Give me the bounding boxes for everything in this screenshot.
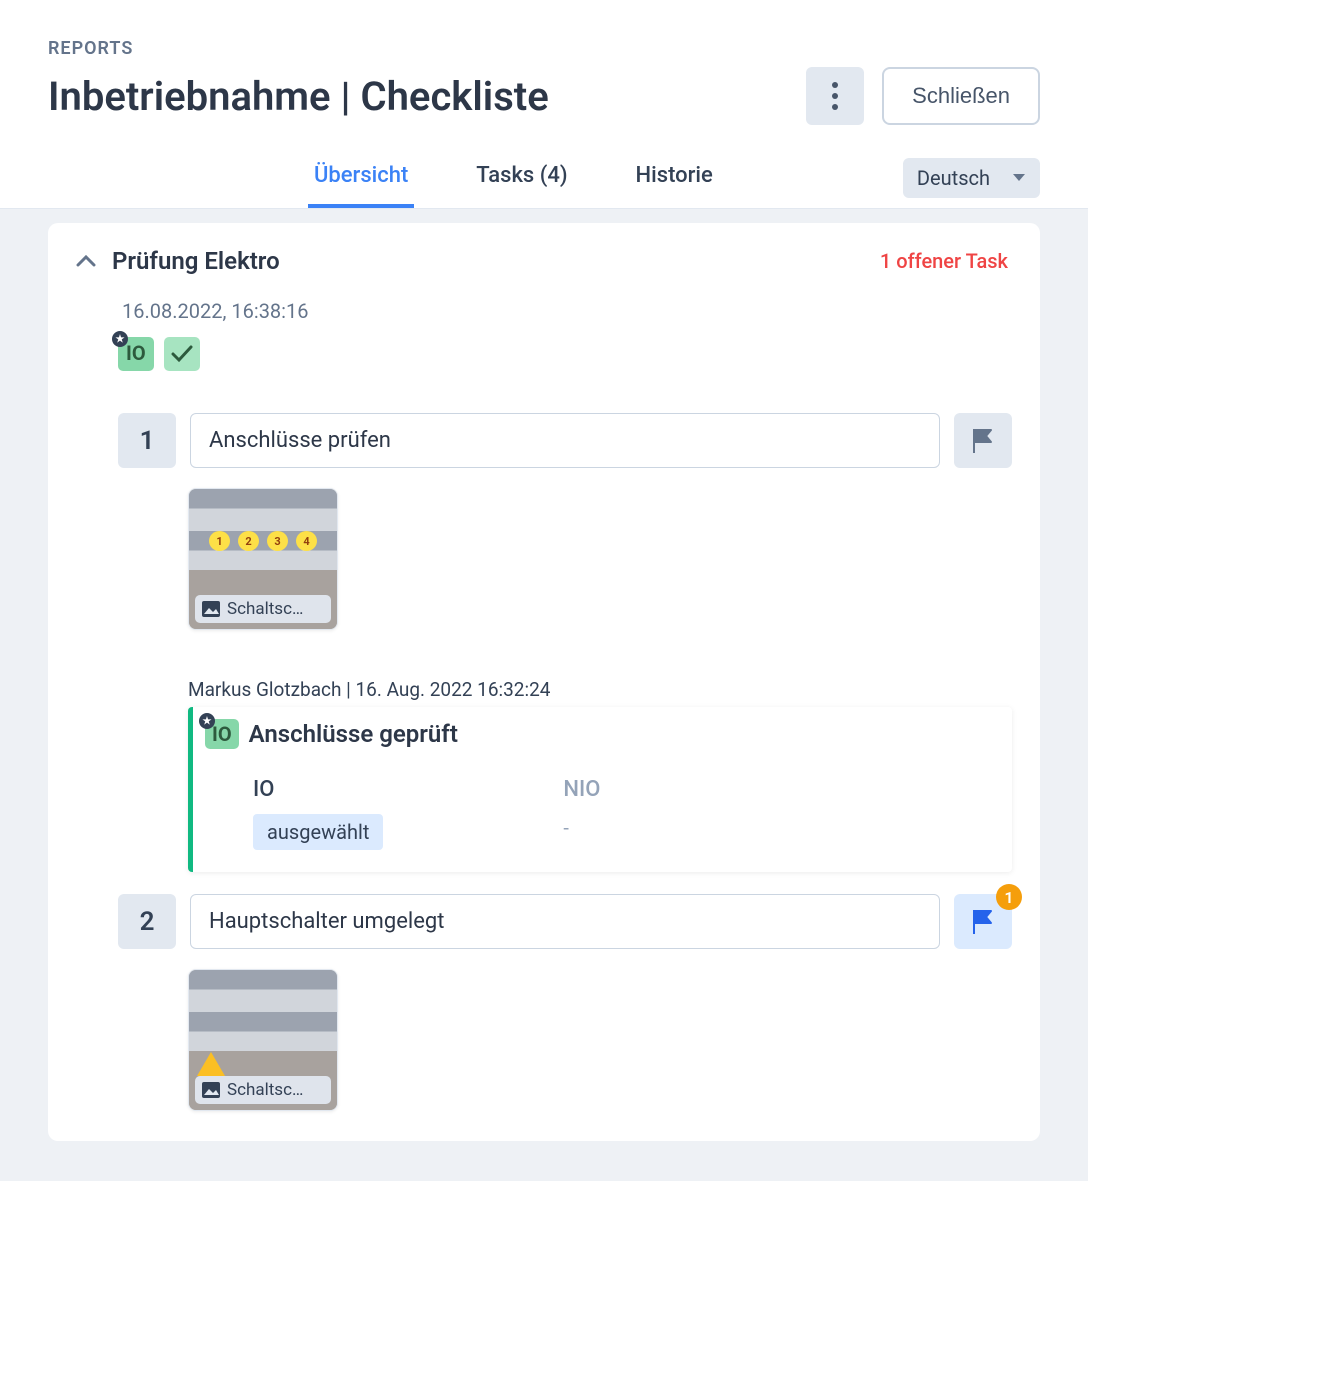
close-button[interactable]: Schließen (882, 67, 1040, 125)
step-row: 1 Anschlüsse prüfen (118, 413, 1012, 468)
section-title: Prüfung Elektro (112, 247, 280, 275)
selected-pill: ausgewählt (253, 814, 383, 850)
tab-overview[interactable]: Übersicht (308, 155, 414, 208)
step-number: 2 (118, 894, 176, 949)
step-row: 2 Hauptschalter umgelegt 1 (118, 894, 1012, 949)
chevron-up-icon (76, 255, 96, 267)
flag-button[interactable]: 1 (954, 894, 1012, 949)
more-menu-button[interactable] (806, 67, 864, 125)
caret-down-icon (1012, 173, 1026, 183)
result-col-io: IO (253, 777, 383, 802)
open-tasks-count: 1 offener Task (880, 249, 1008, 273)
step-number: 1 (118, 413, 176, 468)
star-icon: ★ (112, 331, 128, 347)
flag-count-badge: 1 (996, 884, 1022, 910)
result-col-nio: NIO (563, 777, 600, 802)
result-io-badge-label: IO (212, 722, 232, 746)
tab-tasks[interactable]: Tasks (4) (470, 155, 573, 208)
close-button-label: Schließen (912, 83, 1010, 109)
star-icon: ★ (199, 713, 215, 729)
language-select-value: Deutsch (917, 166, 990, 190)
tab-history[interactable]: Historie (630, 155, 719, 208)
result-meta: Markus Glotzbach | 16. Aug. 2022 16:32:2… (188, 678, 1012, 701)
more-vertical-icon (831, 81, 839, 111)
result-io-badge: ★ IO (205, 719, 239, 749)
flag-icon (971, 428, 995, 454)
image-icon (201, 600, 221, 618)
attachment-thumbnail[interactable]: Schaltsc… (188, 969, 338, 1111)
io-badge-label: IO (126, 341, 146, 365)
check-badge (164, 337, 200, 371)
step-title[interactable]: Anschlüsse prüfen (190, 413, 940, 468)
warning-triangle-icon (197, 1052, 225, 1076)
section-card: Prüfung Elektro 1 offener Task 16.08.202… (48, 223, 1040, 1141)
io-badge: ★ IO (118, 337, 154, 371)
nio-value: - (563, 816, 600, 840)
result-card: ★ IO Anschlüsse geprüft IO ausgewählt NI… (188, 707, 1012, 872)
section-timestamp: 16.08.2022, 16:38:16 (122, 299, 1012, 323)
image-icon (201, 1081, 221, 1099)
language-select[interactable]: Deutsch (903, 158, 1040, 198)
check-icon (171, 345, 193, 363)
thumbnail-label: Schaltsc… (227, 1080, 303, 1100)
breadcrumb: REPORTS (48, 38, 1040, 59)
page-title: Inbetriebnahme | Checkliste (48, 73, 549, 120)
collapse-toggle[interactable] (74, 249, 98, 273)
tabs: Übersicht Tasks (4) Historie (308, 155, 719, 208)
flag-button[interactable] (954, 413, 1012, 468)
thumbnail-label: Schaltsc… (227, 599, 303, 619)
result-title: Anschlüsse geprüft (249, 720, 458, 748)
step-title[interactable]: Hauptschalter umgelegt (190, 894, 940, 949)
attachment-thumbnail[interactable]: 1234 Schaltsc… (188, 488, 338, 630)
flag-icon (971, 909, 995, 935)
